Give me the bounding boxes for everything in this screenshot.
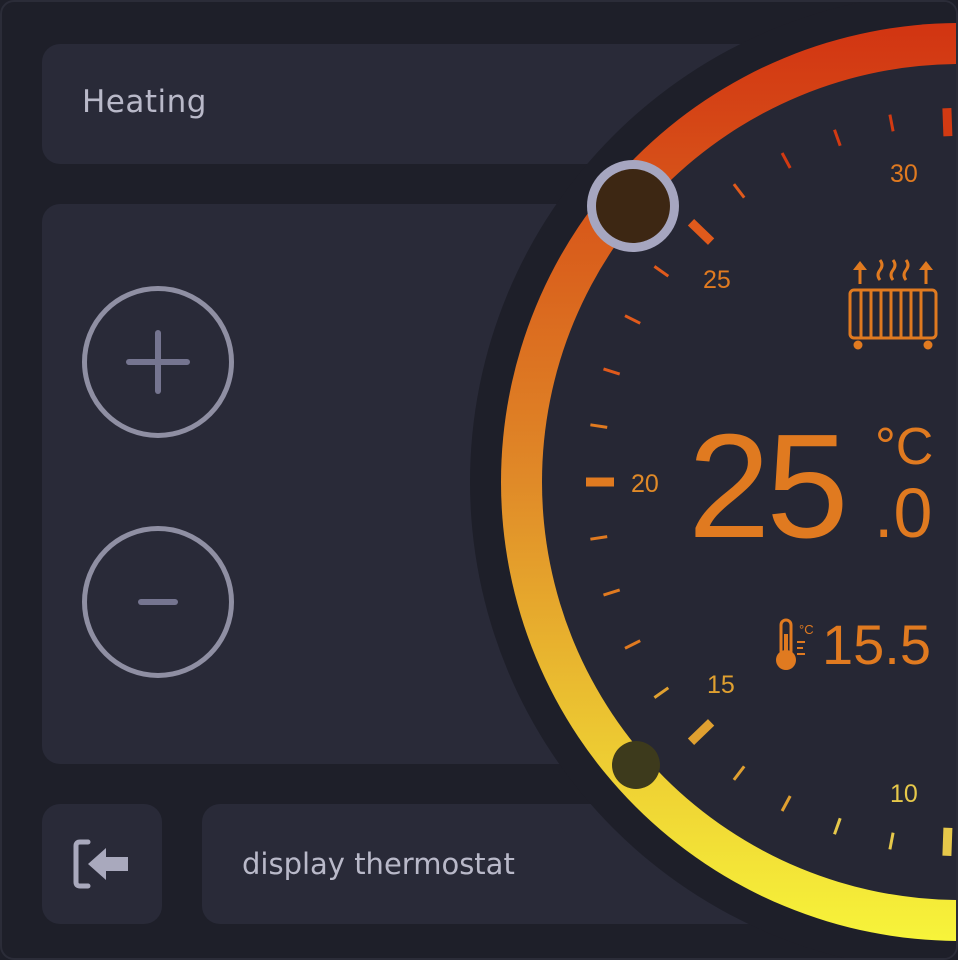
setpoint-unit: °C	[875, 418, 933, 476]
tick-label-30: 30	[890, 160, 918, 188]
tick-label-10: 10	[890, 780, 918, 808]
current-temperature-marker	[612, 741, 660, 789]
thermometer-unit: °C	[799, 622, 814, 637]
thermostat-dial[interactable]: 30 25 20 15 10 25 °C .0 °C 15.5	[2, 2, 958, 960]
setpoint-handle[interactable]	[587, 160, 679, 252]
setpoint-integer: 25	[688, 404, 845, 569]
major-tick	[942, 108, 953, 137]
tick-label-25: 25	[703, 266, 731, 294]
thermostat-panel: Heating display thermostat 30 25 20 15 1…	[0, 0, 958, 960]
setpoint-decimal: .0	[874, 474, 932, 552]
current-temperature: 15.5	[822, 613, 931, 676]
tick-label-15: 15	[707, 671, 735, 699]
major-tick	[942, 827, 953, 856]
tick-label-20: 20	[631, 470, 659, 498]
